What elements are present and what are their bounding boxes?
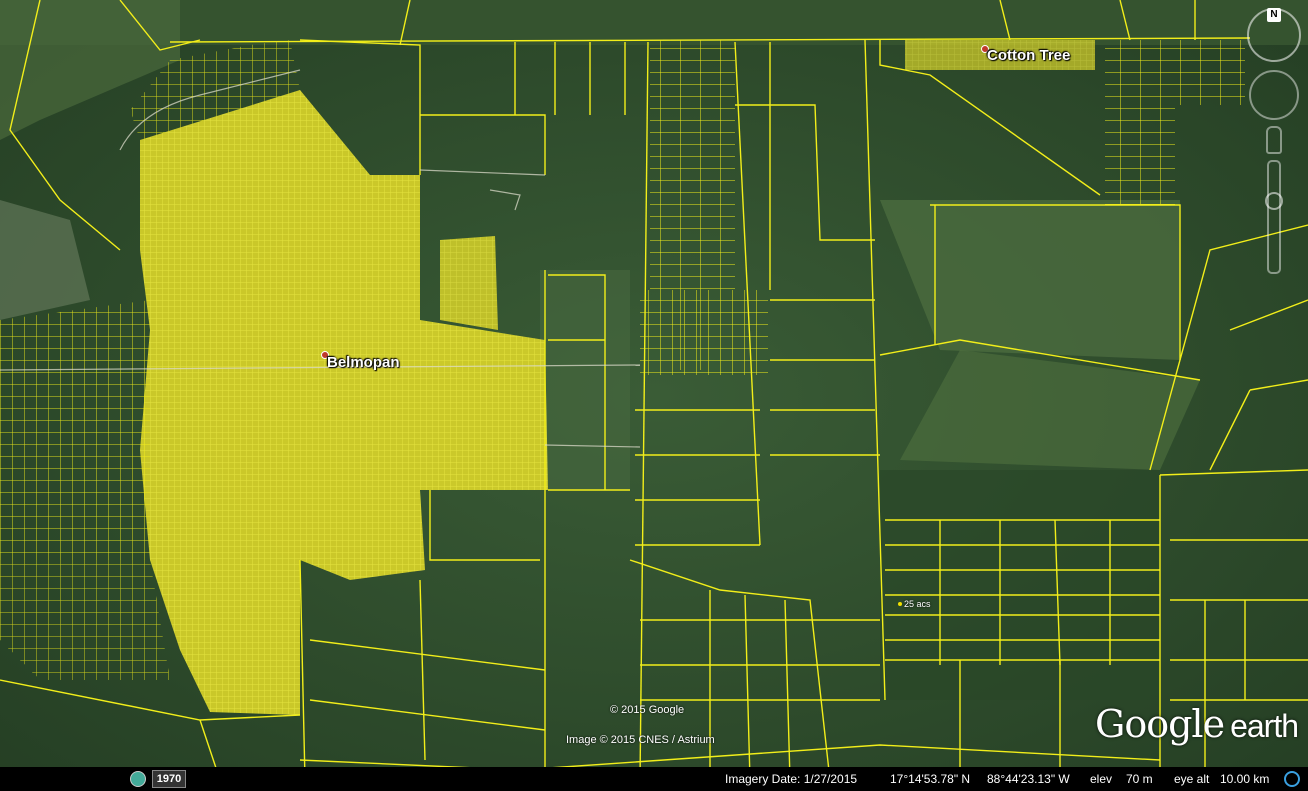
place-label-belmopan[interactable]: Belmopan — [327, 354, 400, 371]
latitude-readout: 17°14'53.78" N — [890, 772, 971, 786]
copyright-text: © 2015 Google — [610, 704, 685, 716]
historical-imagery-clock-icon[interactable] — [130, 771, 146, 787]
streaming-status-icon — [1284, 771, 1300, 787]
elevation-value: 70 m — [1126, 772, 1153, 786]
logo-google: Google — [1094, 702, 1225, 746]
look-joystick[interactable] — [1249, 70, 1299, 120]
place-label-cotton-tree[interactable]: Cotton Tree — [987, 47, 1070, 64]
navigation-controls: N — [1244, 8, 1301, 274]
elevation-label: elev — [1090, 772, 1113, 786]
logo-earth: earth — [1230, 708, 1299, 744]
imagery-credit: Image © 2015 CNES / Astrium — [566, 734, 715, 746]
parcel-label: 25 acs — [904, 599, 931, 609]
google-earth-logo: Google earth — [1094, 702, 1299, 746]
eye-altitude-value: 10.00 km — [1220, 772, 1270, 786]
zoom-slider-knob[interactable] — [1265, 192, 1283, 210]
imagery-date: Imagery Date: 1/27/2015 — [725, 772, 858, 786]
compass-ring[interactable]: N — [1247, 8, 1301, 62]
longitude-readout: 88°44'23.13" W — [987, 772, 1070, 786]
status-bar: 1970 Imagery Date: 1/27/2015 17°14'53.78… — [0, 767, 1308, 791]
north-indicator[interactable]: N — [1267, 8, 1281, 22]
parcel-marker[interactable] — [898, 602, 902, 606]
eye-altitude-label: eye alt — [1174, 772, 1210, 786]
historical-imagery-year[interactable]: 1970 — [152, 770, 186, 788]
street-view-pegman-icon[interactable] — [1266, 126, 1282, 154]
zoom-slider[interactable] — [1265, 160, 1283, 274]
satellite-map[interactable] — [0, 0, 1308, 791]
